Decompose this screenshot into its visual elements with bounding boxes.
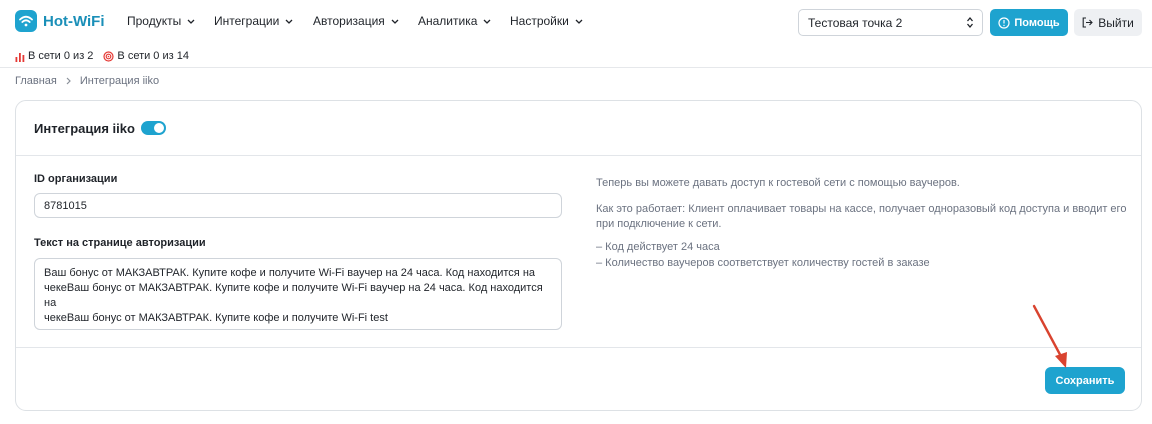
breadcrumb-current: Интеграция iiko (79, 75, 160, 87)
nav-item-authorization[interactable]: Авторизация (313, 14, 418, 28)
integration-toggle[interactable] (140, 121, 166, 135)
org-id-label: ID организации (34, 173, 118, 185)
org-id-input[interactable]: 8781015 (34, 193, 562, 218)
wifi-icon (15, 10, 37, 32)
chevron-down-icon (483, 19, 491, 24)
status-text: В сети 0 из 2 (28, 50, 94, 62)
info-bullet: – Код действует 24 часа (596, 241, 720, 253)
main-nav: Продукты Интеграции Авторизация Аналитик… (127, 14, 590, 28)
iiko-integration-card: Интеграция iiko ID организации 8781015 Т… (15, 100, 1142, 411)
status-online-devices: В сети 0 из 14 (103, 50, 189, 62)
auth-text-textarea[interactable]: Ваш бонус от МАКЗАВТРАК. Купите кофе и п… (34, 258, 562, 330)
annotation-arrow (1032, 304, 1067, 368)
nav-item-label: Авторизация (313, 14, 385, 28)
info-intro: Теперь вы можете давать доступ к гостево… (596, 177, 960, 189)
textarea-line: Ваш бонус от МАКЗАВТРАК. Купите кофе и п… (44, 267, 536, 279)
select-updown-icon (967, 16, 973, 29)
help-button-label: Помощь (1014, 16, 1060, 29)
chevron-down-icon (391, 19, 399, 24)
info-bullet: – Количество ваучеров соответствует коли… (596, 257, 930, 269)
network-status-row: В сети 0 из 2 В сети 0 из 14 (15, 50, 199, 62)
chevron-down-icon (285, 19, 293, 24)
nav-item-label: Интеграции (214, 14, 280, 28)
nav-item-products[interactable]: Продукты (127, 14, 214, 28)
textarea-line: чекеВаш бонус от МАКЗАВТРАК. Купите кофе… (44, 282, 543, 309)
nav-item-label: Настройки (510, 14, 569, 28)
card-footer-divider (16, 347, 1141, 348)
help-button[interactable]: Помощь (990, 9, 1068, 36)
chevron-down-icon (575, 19, 583, 24)
target-icon (103, 50, 115, 62)
brand-logo[interactable]: Hot-WiFi (15, 10, 105, 32)
textarea-line: чекеВаш бонус от МАКЗАВТРАК. Купите кофе… (44, 312, 388, 324)
voucher-info: Теперь вы можете давать доступ к гостево… (596, 176, 1136, 271)
status-online-points: В сети 0 из 2 (15, 50, 93, 62)
nav-item-integrations[interactable]: Интеграции (214, 14, 313, 28)
info-how-it-works: Как это работает: Клиент оплачивает това… (596, 202, 1136, 232)
logout-button[interactable]: Выйти (1074, 9, 1142, 36)
logout-icon (1082, 17, 1094, 28)
nav-item-label: Аналитика (418, 14, 478, 28)
help-circle-icon (998, 16, 1010, 29)
header-divider (0, 67, 1152, 68)
nav-item-label: Продукты (127, 14, 182, 28)
auth-text-label: Текст на странице авторизации (34, 237, 206, 249)
chevron-right-icon (66, 77, 71, 85)
point-select-value: Тестовая точка 2 (808, 15, 903, 30)
card-title: Интеграция iiko (34, 120, 135, 136)
nav-item-settings[interactable]: Настройки (510, 14, 590, 28)
nav-item-analytics[interactable]: Аналитика (418, 14, 510, 28)
bar-chart-icon (15, 52, 25, 62)
point-select[interactable]: Тестовая точка 2 (798, 9, 983, 36)
info-how-line: Как это работает: Клиент оплачивает това… (596, 203, 1127, 215)
status-text: В сети 0 из 14 (117, 50, 189, 62)
info-how-line: при подключение к сети. (596, 218, 722, 230)
top-navigation-bar: Hot-WiFi Продукты Интеграции Авторизация… (0, 0, 1152, 44)
chevron-down-icon (187, 19, 195, 24)
card-header: Интеграция iiko (16, 101, 1141, 156)
breadcrumb: Главная Интеграция iiko (15, 75, 159, 87)
breadcrumb-home[interactable]: Главная (15, 75, 57, 87)
logout-button-label: Выйти (1098, 15, 1134, 30)
brand-name: Hot-WiFi (43, 12, 105, 30)
